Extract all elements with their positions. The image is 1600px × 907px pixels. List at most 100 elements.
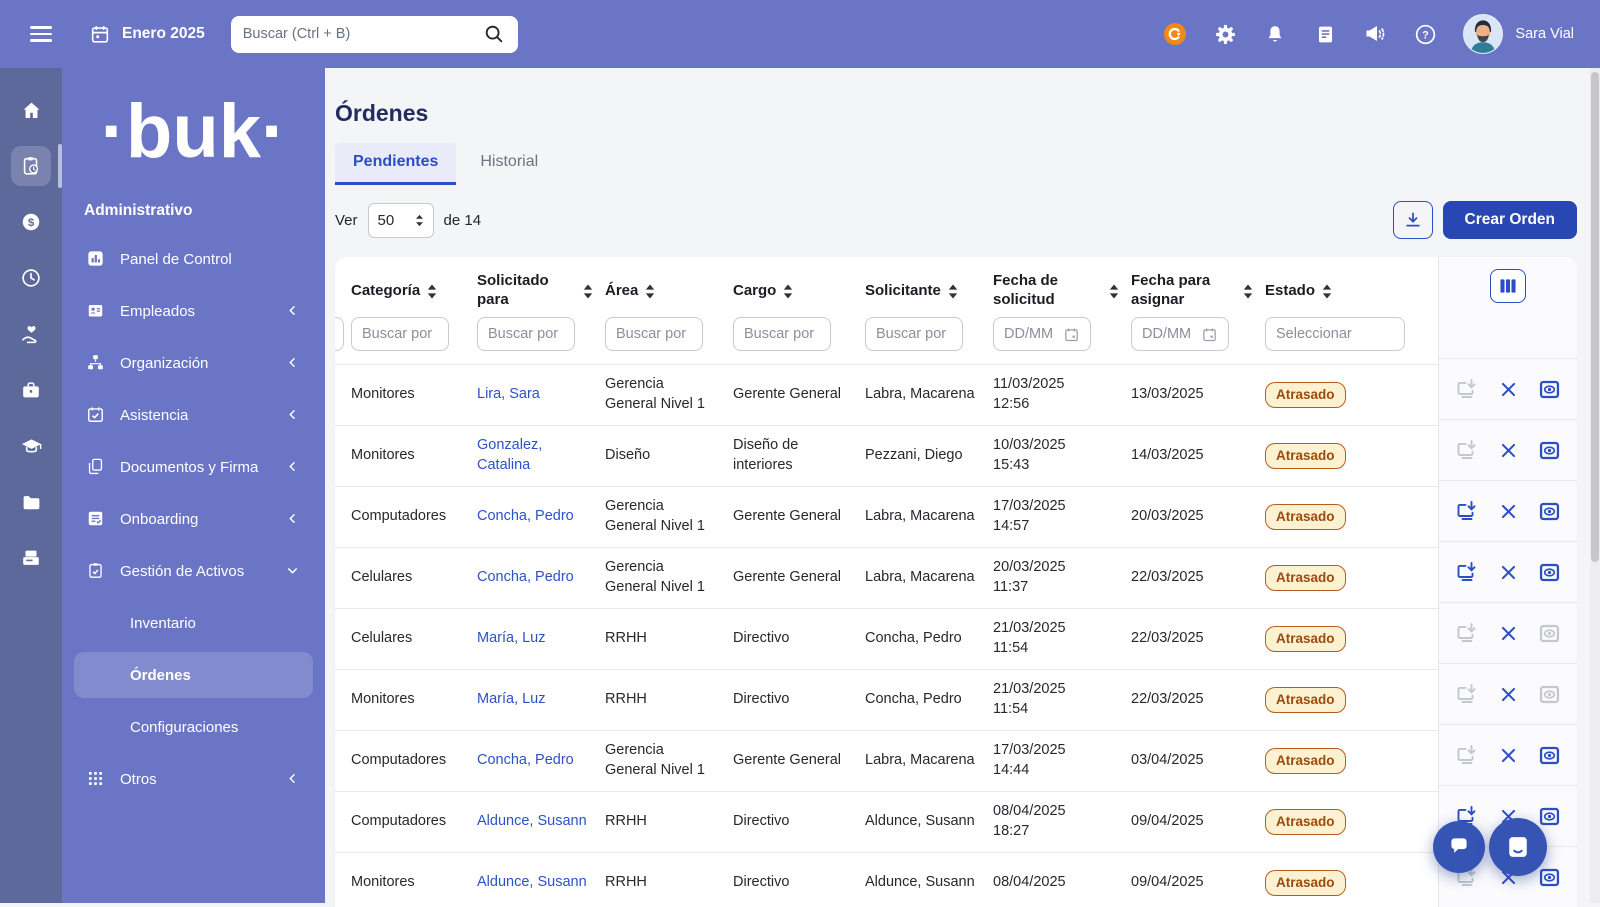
avatar[interactable] — [1463, 14, 1503, 54]
view-eye-icon[interactable] — [1537, 682, 1561, 706]
date-filter-input[interactable]: DD/MM — [993, 317, 1091, 351]
assign-device-icon[interactable] — [1455, 438, 1479, 462]
sidebar-item-documentos-y-firma[interactable]: Documentos y Firma — [74, 444, 313, 490]
sort-icon[interactable] — [1322, 284, 1332, 299]
view-eye-icon[interactable] — [1537, 438, 1561, 462]
assign-device-icon[interactable] — [1455, 743, 1479, 767]
tab-pendientes[interactable]: Pendientes — [335, 143, 456, 185]
filter-input[interactable]: Buscar por — [477, 317, 575, 351]
rail-item-dollar[interactable]: $ — [11, 202, 51, 242]
view-eye-icon[interactable] — [1537, 743, 1561, 767]
rail-item-folder[interactable] — [11, 482, 51, 522]
sidebar-item-organizaci-n[interactable]: Organización — [74, 340, 313, 386]
sidebar-item-panel-de-control[interactable]: Panel de Control — [74, 236, 313, 282]
sort-icon[interactable] — [583, 284, 593, 299]
view-eye-icon[interactable] — [1537, 499, 1561, 523]
sidebar-item-onboarding[interactable]: Onboarding — [74, 496, 313, 542]
calendar-icon[interactable] — [1063, 326, 1080, 343]
support-chat-button[interactable] — [1489, 818, 1547, 876]
download-button[interactable] — [1393, 201, 1433, 239]
column-header-categor-a[interactable]: Categoría — [351, 282, 477, 301]
filter-input[interactable]: Buscar por — [733, 317, 831, 351]
cancel-x-icon[interactable] — [1496, 377, 1520, 401]
column-settings-button[interactable] — [1490, 269, 1526, 303]
person-link[interactable]: Concha, Pedro — [477, 569, 574, 585]
person-link[interactable]: Gonzalez, Catalina — [477, 437, 542, 473]
view-eye-icon[interactable] — [1537, 560, 1561, 584]
person-link[interactable]: María, Luz — [477, 630, 546, 646]
sidebar-item-otros[interactable]: Otros — [74, 756, 313, 802]
filter-input[interactable]: Buscar por — [351, 317, 449, 351]
sort-icon[interactable] — [645, 284, 655, 299]
sort-icon[interactable] — [1109, 284, 1119, 299]
assign-device-icon[interactable] — [1455, 682, 1479, 706]
user-menu[interactable]: Sara Vial — [1463, 14, 1574, 54]
scrollbar-thumb[interactable] — [1591, 72, 1599, 562]
search-icon[interactable] — [482, 22, 506, 46]
person-link[interactable]: Aldunce, Susann — [477, 813, 587, 829]
help-icon[interactable]: ? — [1413, 22, 1437, 46]
person-link[interactable]: Aldunce, Susann — [477, 874, 587, 890]
view-eye-icon[interactable] — [1537, 865, 1561, 889]
view-eye-icon[interactable] — [1537, 621, 1561, 645]
sort-icon[interactable] — [1243, 284, 1253, 299]
sort-icon[interactable] — [783, 284, 793, 299]
cancel-x-icon[interactable] — [1496, 682, 1520, 706]
global-search[interactable] — [231, 16, 518, 53]
tab-historial[interactable]: Historial — [462, 143, 556, 185]
rail-item-cabinet[interactable] — [11, 538, 51, 578]
notes-icon[interactable] — [1313, 22, 1337, 46]
column-header--rea[interactable]: Área — [605, 282, 733, 301]
announcements-megaphone-icon[interactable] — [1363, 22, 1387, 46]
sort-icon[interactable] — [427, 284, 437, 299]
hidden-column-filter[interactable] — [335, 317, 344, 351]
rail-item-clock[interactable] — [11, 258, 51, 298]
rail-item-briefcase[interactable] — [11, 370, 51, 410]
sidebar-item-configuraciones[interactable]: Configuraciones — [74, 704, 313, 750]
assign-device-icon[interactable] — [1455, 621, 1479, 645]
rail-item-graduation[interactable] — [11, 426, 51, 466]
view-eye-icon[interactable] — [1537, 377, 1561, 401]
cancel-x-icon[interactable] — [1496, 621, 1520, 645]
filter-input[interactable]: Buscar por — [865, 317, 963, 351]
person-link[interactable]: María, Luz — [477, 691, 546, 707]
column-header-solicitante[interactable]: Solicitante — [865, 282, 993, 301]
per-page-select[interactable]: 50 — [368, 203, 434, 238]
sidebar-item-gesti-n-de-activos[interactable]: Gestión de Activos — [74, 548, 313, 594]
column-header-solicitado-para[interactable]: Solicitado para — [477, 272, 605, 310]
view-eye-icon[interactable] — [1537, 804, 1561, 828]
cancel-x-icon[interactable] — [1496, 499, 1520, 523]
column-header-fecha-para-asignar[interactable]: Fecha para asignar — [1131, 272, 1265, 310]
updates-icon[interactable] — [1163, 22, 1187, 46]
feedback-chat-button[interactable] — [1433, 821, 1485, 873]
rail-item-home[interactable] — [11, 90, 51, 130]
search-input[interactable] — [243, 26, 474, 42]
assign-device-icon[interactable] — [1455, 560, 1479, 584]
column-header-cargo[interactable]: Cargo — [733, 282, 865, 301]
sidebar-item--rdenes[interactable]: Órdenes — [74, 652, 313, 698]
hamburger-menu-icon[interactable] — [30, 26, 52, 42]
settings-gear-icon[interactable] — [1213, 22, 1237, 46]
cancel-x-icon[interactable] — [1496, 438, 1520, 462]
cancel-x-icon[interactable] — [1496, 743, 1520, 767]
sidebar-item-asistencia[interactable]: Asistencia — [74, 392, 313, 438]
rail-item-hand-heart[interactable] — [11, 314, 51, 354]
status-filter-select[interactable]: Seleccionar — [1265, 317, 1405, 351]
person-link[interactable]: Lira, Sara — [477, 386, 540, 402]
assign-device-icon[interactable] — [1455, 499, 1479, 523]
person-link[interactable]: Concha, Pedro — [477, 508, 574, 524]
column-header-estado[interactable]: Estado — [1265, 282, 1438, 301]
assign-device-icon[interactable] — [1455, 377, 1479, 401]
rail-item-clipboard-clock[interactable] — [11, 146, 51, 186]
sidebar-item-inventario[interactable]: Inventario — [74, 600, 313, 646]
create-order-button[interactable]: Crear Orden — [1443, 201, 1577, 239]
period-selector[interactable]: Enero 2025 — [88, 22, 205, 46]
person-link[interactable]: Concha, Pedro — [477, 752, 574, 768]
notifications-bell-icon[interactable] — [1263, 22, 1287, 46]
date-filter-input[interactable]: DD/MM — [1131, 317, 1229, 351]
filter-input[interactable]: Buscar por — [605, 317, 703, 351]
sort-icon[interactable] — [948, 284, 958, 299]
cancel-x-icon[interactable] — [1496, 560, 1520, 584]
column-header-fecha-de-solicitud[interactable]: Fecha de solicitud — [993, 272, 1131, 310]
calendar-icon[interactable] — [1201, 326, 1218, 343]
